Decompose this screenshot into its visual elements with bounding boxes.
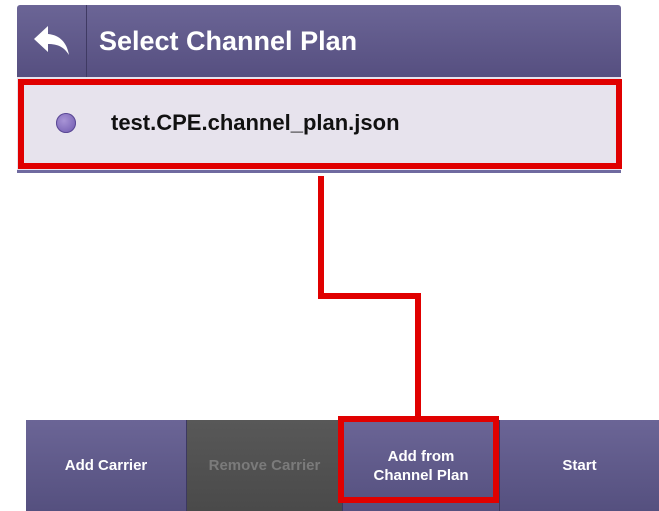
remove-carrier-button: Remove Carrier <box>187 420 343 511</box>
add-carrier-button[interactable]: Add Carrier <box>26 420 187 511</box>
remove-carrier-label: Remove Carrier <box>208 457 321 474</box>
start-label: Start <box>562 457 597 474</box>
add-carrier-label: Add Carrier <box>64 457 148 474</box>
start-button[interactable]: Start <box>500 420 659 511</box>
highlight-box-add-from-channel-plan <box>338 416 499 503</box>
